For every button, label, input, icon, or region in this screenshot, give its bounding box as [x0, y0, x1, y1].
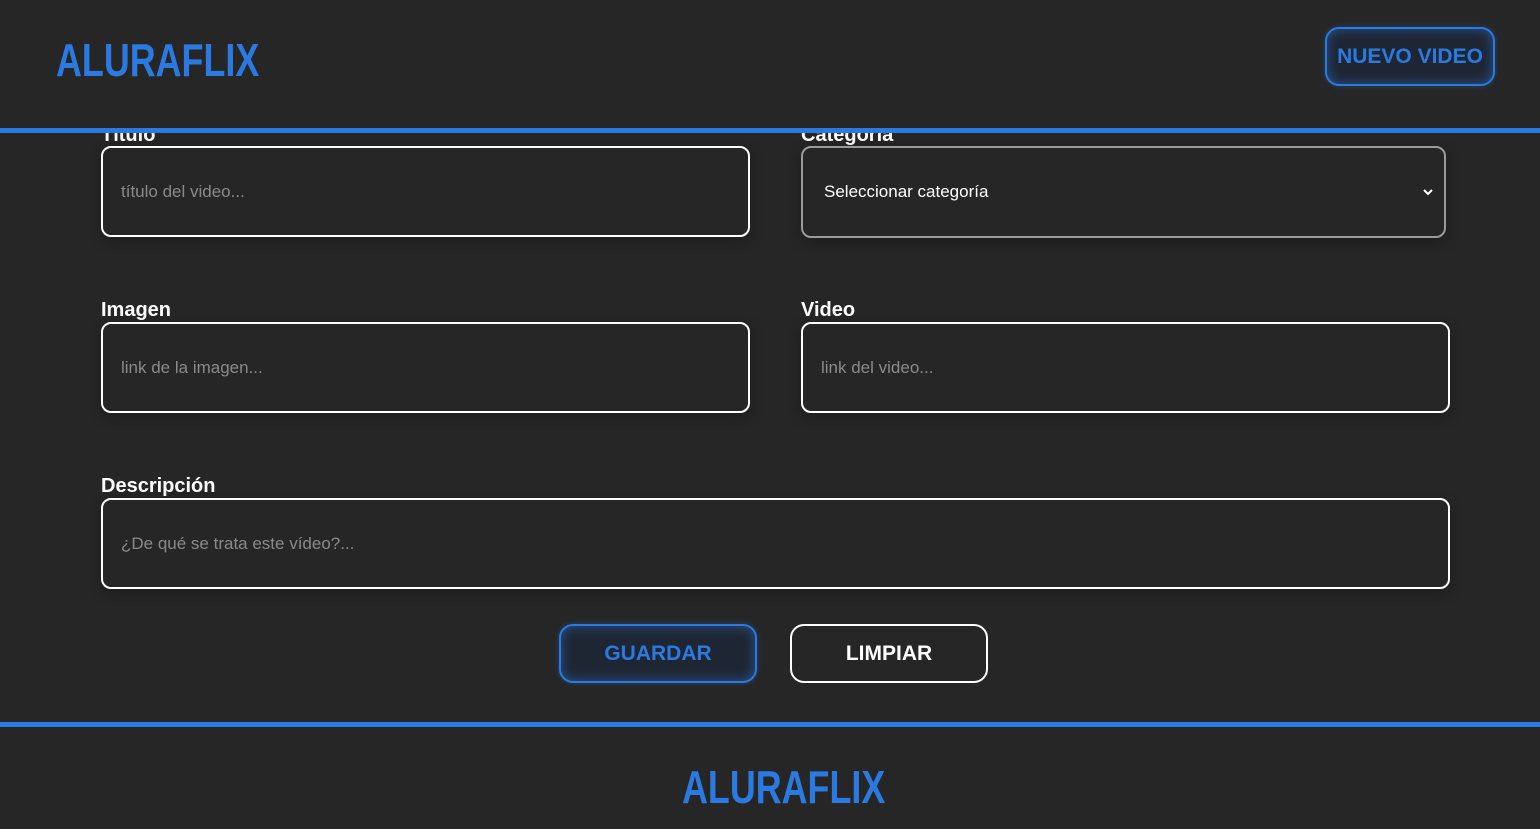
save-button[interactable]: GUARDAR: [559, 624, 757, 683]
categoria-select[interactable]: Seleccionar categoría: [801, 146, 1446, 238]
footer-logo: ALURAFLIX: [682, 761, 886, 813]
site-footer: ALURAFLIX: [0, 722, 1540, 829]
site-header: ALURAFLIX NUEVO VIDEO: [0, 0, 1540, 133]
imagen-input[interactable]: [101, 322, 750, 413]
video-input[interactable]: [801, 322, 1450, 413]
clear-button[interactable]: LIMPIAR: [790, 624, 988, 683]
video-label: Video: [801, 299, 856, 321]
header-logo[interactable]: ALURAFLIX: [56, 35, 259, 85]
descripcion-label: Descripción: [101, 475, 216, 497]
imagen-label: Imagen: [101, 299, 172, 321]
titulo-input[interactable]: [101, 146, 750, 237]
new-video-button[interactable]: NUEVO VIDEO: [1325, 27, 1495, 86]
chevron-down-icon: [1423, 189, 1433, 196]
page: Título Categoría Seleccionar categoría I…: [0, 0, 1540, 829]
categoria-selected-value: Seleccionar categoría: [824, 182, 989, 201]
descripcion-input[interactable]: [101, 498, 1450, 589]
